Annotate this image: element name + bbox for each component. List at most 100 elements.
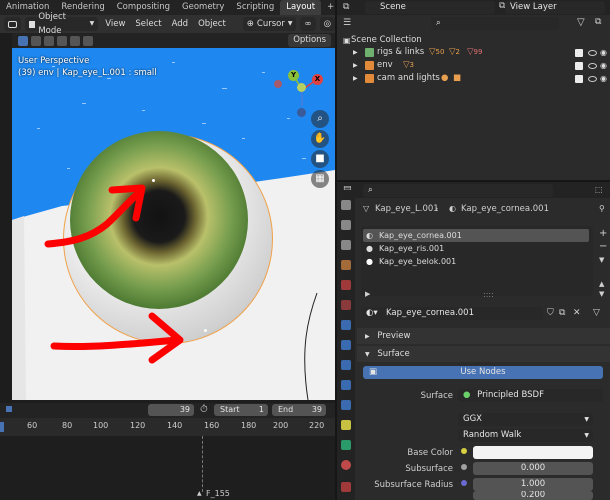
pin-icon[interactable]: ⬚ — [595, 185, 603, 194]
expand-arrow-icon[interactable]: ▶ — [353, 59, 358, 72]
select-mode-new-icon[interactable] — [31, 35, 41, 46]
duplicate-icon[interactable]: ⧉ — [559, 308, 565, 318]
expand-arrow-icon[interactable]: ▶ — [353, 46, 358, 59]
modifier-tab-icon[interactable] — [341, 360, 351, 370]
visibility-eye-icon[interactable] — [588, 76, 597, 82]
start-frame-field[interactable]: Start 1 — [214, 404, 268, 416]
select-box-icon[interactable] — [18, 35, 28, 46]
view-layer-tab-icon[interactable] — [341, 260, 351, 270]
material-slot-belok[interactable]: ● Kap_eye_belok.001 — [363, 255, 589, 268]
outliner-search-input[interactable]: ⌕ — [431, 17, 559, 30]
outliner-item-cam-lights[interactable]: ▶ cam and lights ● ■ ◉ — [337, 72, 610, 85]
scene-icon[interactable]: ⧉ — [343, 2, 349, 12]
ruler-tick: 200 — [273, 421, 289, 430]
move-slot-down-icon[interactable]: ▼ — [599, 290, 604, 298]
snap-button[interactable]: ∞ — [300, 17, 316, 31]
subsurface-radius-y-field[interactable]: 0.200 — [473, 491, 593, 500]
distribution-dropdown[interactable]: GGX ▼ — [458, 413, 593, 426]
constraints-tab-icon[interactable] — [341, 420, 351, 430]
timeline-ruler[interactable]: 60 80 100 120 140 160 180 200 220 — [0, 418, 335, 436]
menu-select[interactable]: Select — [132, 19, 164, 29]
use-nodes-button[interactable]: ▣ Use Nodes — [363, 366, 603, 379]
object-tab-icon[interactable] — [341, 340, 351, 350]
menu-add[interactable]: Add — [169, 19, 191, 29]
scene-tab-icon[interactable] — [341, 280, 351, 290]
exclude-checkbox[interactable] — [575, 62, 583, 70]
proportional-edit-button[interactable]: ◎ — [319, 17, 335, 31]
tab-layout[interactable]: Layout — [280, 0, 322, 15]
material-sphere-icon: ◐ — [366, 231, 373, 240]
select-mode-subtract-icon[interactable] — [57, 35, 67, 46]
select-mode-extend-icon[interactable] — [44, 35, 54, 46]
exclude-checkbox[interactable] — [575, 49, 583, 57]
pin-icon[interactable]: ⚲ — [599, 202, 605, 216]
options-dropdown[interactable]: Options — [288, 34, 331, 47]
menu-object[interactable]: Object — [195, 19, 229, 29]
playhead[interactable] — [0, 422, 4, 432]
camera-render-icon[interactable]: ◉ — [600, 59, 607, 72]
exclude-checkbox[interactable] — [575, 75, 583, 83]
material-filter-icon[interactable]: ▽ — [593, 308, 600, 318]
add-slot-button[interactable]: + — [599, 228, 607, 239]
surface-panel-header[interactable]: ▼ Surface — [357, 346, 610, 362]
socket-dot-icon[interactable] — [461, 464, 467, 470]
list-resize-handle[interactable]: :::: — [483, 290, 494, 299]
material-slot-cornea[interactable]: ◐ Kap_eye_cornea.001 — [363, 229, 589, 242]
outliner-editor-icon[interactable]: ☰ — [343, 18, 351, 28]
mode-dropdown[interactable]: Object Mode ▼ — [25, 12, 99, 36]
ruler-tick: 140 — [167, 421, 183, 430]
physics-tab-icon[interactable] — [341, 400, 351, 410]
material-slot-ris[interactable]: ● Kap_eye_ris.001 — [363, 242, 589, 255]
texture-tab-icon[interactable] — [341, 482, 351, 492]
link-icon: ∞ — [304, 19, 312, 29]
tab-geometry-nodes[interactable]: Geometry Nodes — [176, 0, 230, 27]
editor-type-button[interactable] — [4, 17, 21, 31]
camera-render-icon[interactable]: ◉ — [600, 72, 607, 85]
list-expand-icon[interactable]: ▶ — [365, 290, 370, 298]
subsurface-field[interactable]: 0.000 — [473, 462, 593, 475]
base-color-swatch[interactable] — [473, 446, 593, 459]
select-mode-invert-icon[interactable] — [70, 35, 80, 46]
move-slot-up-icon[interactable]: ▲ — [599, 280, 604, 288]
fake-user-shield-icon[interactable]: ⛉ — [547, 308, 554, 318]
material-name-field[interactable]: Kap_eye_cornea.001 — [381, 307, 543, 320]
timeline-area[interactable]: ▲ F_155 — [0, 436, 335, 500]
visibility-eye-icon[interactable] — [588, 50, 597, 56]
socket-dot-icon[interactable] — [461, 448, 467, 454]
slot-menu-chevron-icon[interactable]: ▼ — [599, 256, 604, 264]
menu-view[interactable]: View — [102, 19, 128, 29]
end-frame-field[interactable]: End 39 — [272, 404, 326, 416]
socket-dot-icon[interactable] — [461, 480, 467, 486]
particles-tab-icon[interactable] — [341, 380, 351, 390]
nodes-icon: ▣ — [369, 367, 378, 377]
3d-viewport[interactable]: User Perspective (39) env | Kap_eye_L.00… — [12, 48, 335, 400]
light-icon: ● — [441, 73, 449, 83]
render-tab-icon[interactable] — [341, 220, 351, 230]
scene-selector[interactable]: Scene — [365, 1, 495, 14]
view-layer-selector[interactable]: View Layer — [505, 1, 605, 14]
subsurface-method-dropdown[interactable]: Random Walk ▼ — [458, 429, 593, 442]
expand-arrow-icon[interactable]: ▶ — [353, 72, 358, 85]
output-tab-icon[interactable] — [341, 240, 351, 250]
material-tab-icon[interactable] — [341, 460, 351, 470]
tab-scripting[interactable]: Scripting — [230, 0, 280, 15]
visibility-eye-icon[interactable] — [588, 63, 597, 69]
scene-header: ⧉ Scene ⧉ View Layer — [337, 0, 610, 15]
tab-compositing[interactable]: Compositing — [111, 0, 176, 15]
surface-shader-selector[interactable]: ● Principled BSDF — [458, 389, 603, 402]
data-tab-icon[interactable] — [341, 440, 351, 450]
unlink-icon[interactable]: ✕ — [573, 308, 581, 318]
select-mode-intersect-icon[interactable] — [83, 35, 93, 46]
current-frame-field[interactable]: 39 — [148, 404, 194, 416]
subsurface-radius-x-field[interactable]: 1.000 — [473, 478, 593, 491]
stopwatch-icon[interactable]: ⏱ — [200, 404, 208, 415]
outliner-item-rigs-links[interactable]: ▶ rigs & links ▽50 ▽2 ▽99 ◉ — [337, 46, 610, 59]
camera-render-icon[interactable]: ◉ — [600, 46, 607, 59]
transform-orientation-dropdown[interactable]: ⊕ Cursor ▼ — [242, 17, 297, 31]
filter-icon[interactable]: ▽ — [577, 17, 585, 28]
preview-panel-header[interactable]: ▶ Preview — [357, 328, 610, 344]
outliner-item-env[interactable]: ▶ env ▽3 ◉ — [337, 59, 610, 72]
new-collection-icon[interactable]: ⧉ — [595, 17, 601, 27]
remove-slot-button[interactable]: − — [599, 241, 607, 252]
properties-search-input[interactable]: ⌕ — [363, 184, 553, 197]
